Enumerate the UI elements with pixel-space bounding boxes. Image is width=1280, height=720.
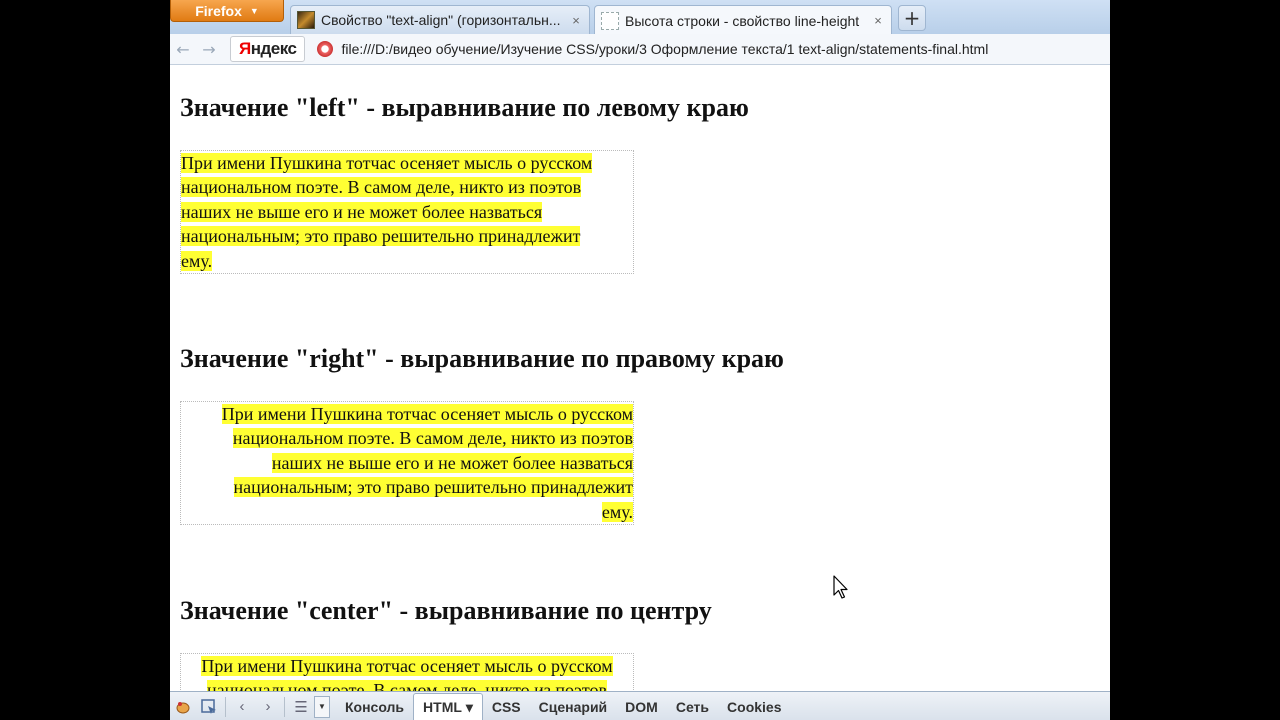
section-heading-left: Значение "left" - выравнивание по левому… bbox=[180, 93, 749, 122]
paragraph-line: При имени Пушкина тотчас осеняет мысль о… bbox=[201, 656, 613, 676]
back-arrow-icon[interactable]: ← bbox=[170, 40, 196, 59]
firebug-tab-html[interactable]: HTML ▾ bbox=[413, 692, 483, 720]
site-identity-icon[interactable] bbox=[317, 41, 334, 57]
paragraph-line: национальном поэте. В самом деле, никто … bbox=[181, 177, 582, 198]
text-box-left: При имени Пушкина тотчас осеняет мысль о… bbox=[180, 150, 634, 275]
firebug-tab-cookies[interactable]: Cookies bbox=[718, 693, 790, 720]
tab-title: Высота строки - свойство line-height bbox=[625, 12, 860, 29]
new-tab-button[interactable]: + bbox=[898, 5, 926, 31]
inspect-element-icon[interactable] bbox=[196, 696, 222, 718]
section-heading-right: Значение "right" - выравнивание по право… bbox=[180, 344, 784, 373]
firebug-tab-dom[interactable]: DOM bbox=[616, 693, 667, 720]
chevron-down-icon: ▼ bbox=[249, 5, 259, 16]
firebug-tab-script[interactable]: Сценарий bbox=[530, 693, 617, 720]
paragraph-line: национальным; это право решительно прина… bbox=[233, 477, 633, 498]
firebug-tab-net[interactable]: Сеть bbox=[667, 693, 718, 720]
mouse-cursor-icon bbox=[833, 575, 848, 599]
paragraph-line: национальном поэте. В самом деле, никто … bbox=[206, 680, 608, 691]
yandex-logo-first-letter: Я bbox=[239, 39, 251, 58]
paragraph-line: национальным; это право решительно прина… bbox=[181, 226, 581, 247]
close-tab-icon[interactable]: × bbox=[569, 13, 583, 28]
paragraph-line: национальном поэте. В самом деле, никто … bbox=[232, 428, 633, 449]
page-content: Значение "left" - выравнивание по левому… bbox=[170, 65, 1110, 691]
chevron-down-icon[interactable]: ▼ bbox=[314, 695, 330, 718]
toolbar-divider bbox=[225, 696, 226, 717]
chevron-right-icon[interactable]: › bbox=[255, 696, 281, 718]
blank-page-icon bbox=[601, 11, 619, 30]
text-box-right: При имени Пушкина тотчас осеняет мысль о… bbox=[180, 401, 634, 526]
paragraph-line: наших не выше его и не может более назва… bbox=[271, 452, 633, 473]
address-bar[interactable]: file:///D:/видео обучение/Изучение CSS/у… bbox=[341, 41, 988, 57]
firebug-bug-icon[interactable] bbox=[170, 696, 196, 718]
tab-text-align[interactable]: Свойство "text-align" (горизонтальн... × bbox=[290, 5, 590, 34]
firefox-menu-label: Firefox bbox=[195, 2, 242, 19]
tab-bar: Firefox ▼ Свойство "text-align" (горизон… bbox=[170, 0, 1110, 35]
browser-window: Firefox ▼ Свойство "text-align" (горизон… bbox=[170, 0, 1110, 720]
firebug-panel-bar: ‹ › ☰ ▼ Консоль HTML ▾ CSS Сценарий DOM … bbox=[170, 691, 1110, 720]
tab-line-height[interactable]: Высота строки - свойство line-height × bbox=[594, 5, 892, 35]
text-box-center: При имени Пушкина тотчас осеняет мысль о… bbox=[180, 653, 634, 691]
tab-title: Свойство "text-align" (горизонтальн... bbox=[321, 12, 561, 28]
chevron-left-icon[interactable]: ‹ bbox=[229, 696, 255, 718]
close-tab-icon[interactable]: × bbox=[871, 13, 885, 28]
paragraph-line: При имени Пушкина тотчас осеняет мысль о… bbox=[221, 404, 633, 424]
yandex-logo-rest: ндекс bbox=[250, 39, 297, 58]
firebug-tab-css[interactable]: CSS bbox=[483, 693, 530, 720]
paragraph-line: ему. bbox=[601, 501, 633, 522]
yandex-logo[interactable]: Яндекс bbox=[230, 36, 306, 62]
firefox-menu-button[interactable]: Firefox ▼ bbox=[170, 0, 284, 22]
list-menu-icon[interactable]: ☰ bbox=[288, 696, 314, 718]
section-heading-center: Значение "center" - выравнивание по цент… bbox=[180, 596, 712, 625]
paragraph-line: наших не выше его и не может более назва… bbox=[181, 201, 543, 222]
firebug-tab-console[interactable]: Консоль bbox=[336, 693, 413, 720]
navigation-bar: ← → Яндекс file:///D:/видео обучение/Изу… bbox=[170, 34, 1110, 65]
chevron-down-icon: ▾ bbox=[465, 698, 473, 715]
paragraph-line: При имени Пушкина тотчас осеняет мысль о… bbox=[181, 153, 593, 173]
toolbar-divider bbox=[284, 696, 285, 717]
forward-arrow-icon[interactable]: → bbox=[196, 40, 222, 59]
paragraph-line: ему. bbox=[181, 250, 213, 271]
page-favicon-icon bbox=[297, 11, 315, 29]
firebug-tab-html-label: HTML bbox=[423, 699, 462, 715]
